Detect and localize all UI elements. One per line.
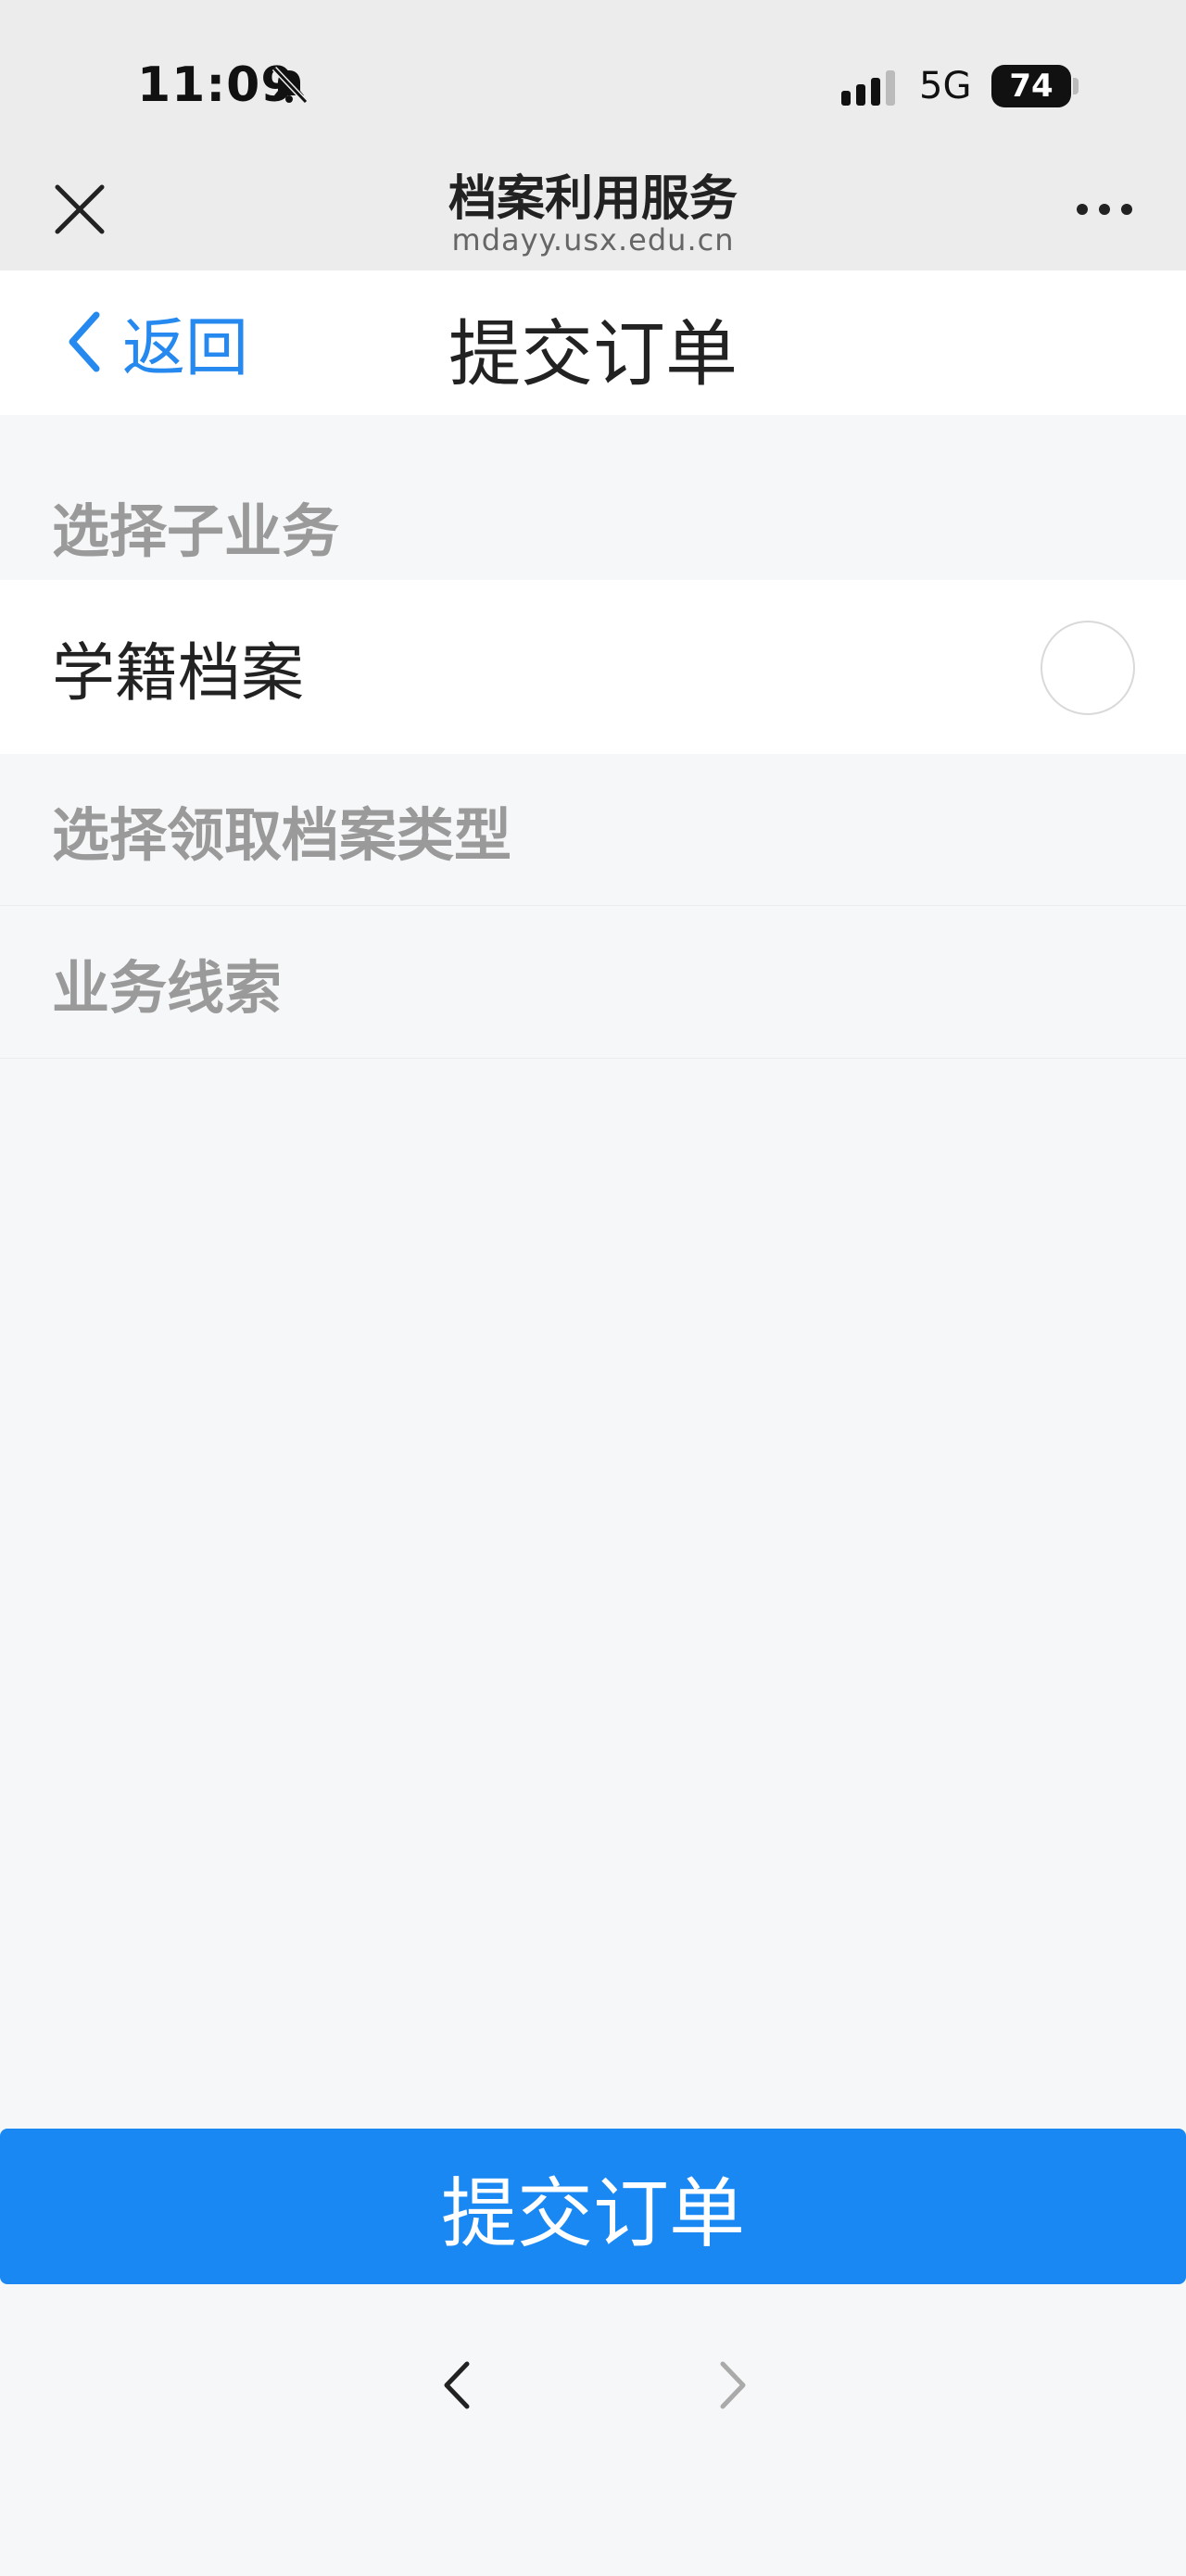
signal-icon	[841, 70, 895, 106]
submit-order-button[interactable]: 提交订单	[0, 2129, 1186, 2284]
bell-slash-icon	[271, 66, 309, 105]
browser-back-icon[interactable]	[435, 2360, 482, 2410]
battery-level: 74	[1009, 68, 1054, 105]
option-label: 学籍档案	[52, 636, 305, 710]
battery-cap	[1073, 78, 1079, 94]
option-row-student-archive[interactable]: 学籍档案	[0, 580, 1186, 754]
radio-button[interactable]	[1041, 621, 1135, 715]
page: 11:09 5G 74 档案利用服务 mdayy.usx.edu.cn 返回 提…	[0, 0, 1186, 2576]
more-dots-icon[interactable]	[1075, 200, 1134, 219]
browser-forward-icon[interactable]	[708, 2360, 754, 2410]
browser-title: 档案利用服务	[448, 171, 738, 227]
section-header-clues: 业务线索	[0, 907, 1186, 1059]
browser-chrome: 11:09 5G 74 档案利用服务 mdayy.usx.edu.cn	[0, 0, 1186, 270]
section-header-archive-type: 选择领取档案类型	[0, 754, 1186, 906]
battery-icon: 74	[991, 65, 1071, 107]
navbar: 返回 提交订单	[0, 270, 1186, 415]
back-button[interactable]: 返回	[65, 300, 248, 385]
section-header-sub-business: 选择子业务	[0, 415, 1186, 580]
network-label: 5G	[919, 65, 972, 107]
chevron-left-icon	[69, 311, 100, 372]
back-label: 返回	[122, 311, 249, 385]
browser-url: mdayy.usx.edu.cn	[451, 222, 735, 258]
